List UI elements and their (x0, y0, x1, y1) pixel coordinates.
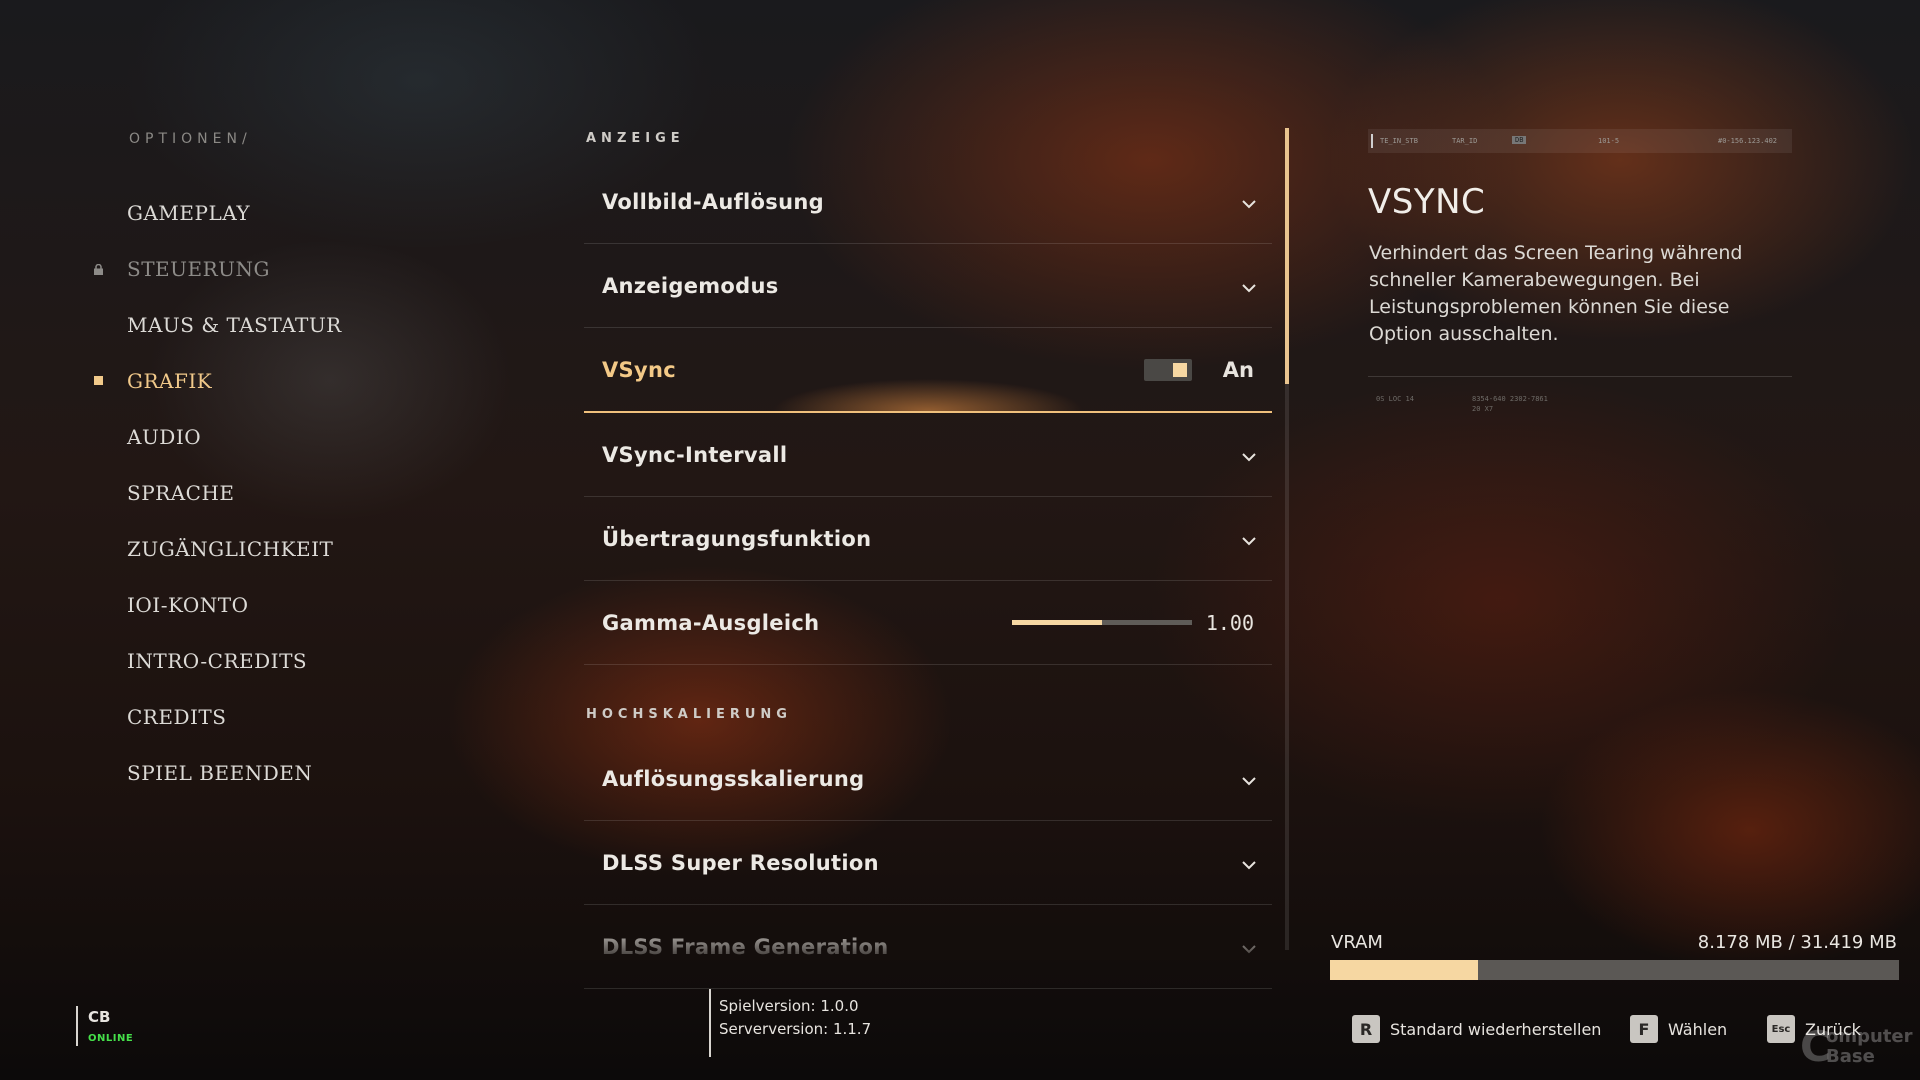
display-settings-list: Vollbild-Auflösung Anzeigemodus VSync An… (584, 160, 1272, 665)
setting-vollbild-aufloesung[interactable]: Vollbild-Auflösung (584, 160, 1272, 244)
key-f: F (1630, 1015, 1658, 1043)
setting-label: Auflösungsskalierung (602, 766, 865, 791)
nav-item-label: CREDITS (127, 705, 227, 729)
hud-bar (1371, 134, 1373, 148)
upscaling-settings-list: Auflösungsskalierung DLSS Super Resoluti… (584, 737, 1272, 989)
setting-label: DLSS Super Resolution (602, 850, 879, 875)
section-title-hochskalierung: HOCHSKALIERUNG (586, 707, 792, 722)
setting-label: VSync (602, 357, 676, 382)
square-marker-icon (94, 376, 103, 385)
vram-bar (1330, 960, 1899, 980)
hud-text: #0-156.123.402 (1718, 137, 1778, 145)
setting-dlss-super-resolution[interactable]: DLSS Super Resolution (584, 821, 1272, 905)
nav-item-steuerung[interactable]: STEUERUNG (0, 241, 420, 297)
breadcrumb: OPTIONEN/ (129, 131, 252, 147)
chevron-down-icon (1242, 939, 1256, 958)
toggle-knob (1173, 363, 1187, 377)
watermark-text: omputer (1826, 1026, 1913, 1047)
setting-label: Vollbild-Auflösung (602, 189, 824, 214)
setting-aufloesungsskalierung[interactable]: Auflösungsskalierung (584, 737, 1272, 821)
chevron-down-icon (1242, 447, 1256, 466)
online-status: ONLINE (88, 1033, 134, 1044)
nav-item-label: IOI-KONTO (127, 593, 249, 617)
scrollbar-thumb[interactable] (1285, 128, 1289, 384)
hint-label: Wählen (1668, 1019, 1728, 1039)
nav-item-grafik[interactable]: GRAFIK (0, 353, 420, 409)
vsync-toggle[interactable] (1144, 359, 1192, 381)
nav-item-spiel-beenden[interactable]: SPIEL BEENDEN (0, 745, 420, 801)
hud-text: TAR_ID (1452, 137, 1478, 145)
chevron-down-icon (1242, 771, 1256, 790)
setting-gamma-ausgleich[interactable]: Gamma-Ausgleich 1.00 (584, 581, 1272, 665)
nav-item-label: AUDIO (127, 425, 202, 449)
slider-fill (1012, 620, 1102, 625)
nav-item-label: ZUGÄNGLICHKEIT (127, 537, 334, 561)
chevron-down-icon (1242, 278, 1256, 297)
watermark-text: Base (1826, 1046, 1875, 1067)
setting-dlss-frame-generation[interactable]: DLSS Frame Generation (584, 905, 1272, 989)
info-description: Verhindert das Screen Tearing während sc… (1369, 242, 1743, 345)
settings-scrollbar[interactable] (1285, 128, 1289, 950)
hud-text: TE_IN_STB (1380, 137, 1418, 145)
nav-item-label: SPIEL BEENDEN (127, 761, 313, 785)
setting-anzeigemodus[interactable]: Anzeigemodus (584, 244, 1272, 328)
nav-item-label: INTRO-CREDITS (127, 649, 308, 673)
hint-select[interactable]: F Wählen (1630, 1015, 1727, 1043)
micro-text: 20 X7 (1472, 405, 1494, 413)
player-name: CB (88, 1008, 111, 1026)
options-nav: GAMEPLAY STEUERUNG MAUS & TASTATUR GRAFI… (0, 185, 420, 801)
nav-item-maus-tastatur[interactable]: MAUS & TASTATUR (0, 297, 420, 353)
setting-label: Übertragungsfunktion (602, 526, 872, 551)
micro-text: 0S LOC 14 (1376, 395, 1414, 403)
nav-item-zugaenglichkeit[interactable]: ZUGÄNGLICHKEIT (0, 521, 420, 577)
chevron-down-icon (1242, 194, 1256, 213)
hint-label: Standard wiederherstellen (1390, 1019, 1602, 1039)
micro-text: 8354-640 2302-7861 (1472, 395, 1548, 403)
hud-tag: DB (1512, 136, 1527, 144)
options-screen: OPTIONEN/ GAMEPLAY STEUERUNG MAUS & TAST… (0, 0, 1920, 1080)
nav-item-audio[interactable]: AUDIO (0, 409, 420, 465)
game-version: Spielversion: 1.0.0 (719, 997, 859, 1015)
version-divider (709, 989, 711, 1057)
chevron-down-icon (1242, 855, 1256, 874)
nav-item-ioi-konto[interactable]: IOI-KONTO (0, 577, 420, 633)
nav-item-credits[interactable]: CREDITS (0, 689, 420, 745)
vsync-value: An (1222, 357, 1254, 382)
key-esc: Esc (1767, 1015, 1795, 1043)
info-title: VSYNC (1368, 182, 1486, 222)
setting-label: VSync-Intervall (602, 442, 788, 467)
setting-label: Gamma-Ausgleich (602, 610, 820, 635)
computerbase-watermark: C omputer Base (1800, 1024, 1913, 1070)
section-title-anzeige: ANZEIGE (586, 131, 685, 146)
setting-vsync-intervall[interactable]: VSync-Intervall (584, 413, 1272, 497)
nav-item-gameplay[interactable]: GAMEPLAY (0, 185, 420, 241)
chevron-down-icon (1242, 531, 1256, 550)
nav-item-label: GAMEPLAY (127, 201, 251, 225)
nav-item-label: SPRACHE (127, 481, 235, 505)
gamma-value: 1.00 (1205, 610, 1254, 635)
key-r: R (1352, 1015, 1380, 1043)
nav-item-label: STEUERUNG (127, 257, 270, 281)
hud-text: 101-5 (1598, 137, 1620, 145)
hint-restore-defaults[interactable]: R Standard wiederherstellen (1352, 1015, 1601, 1043)
setting-uebertragungsfunktion[interactable]: Übertragungsfunktion (584, 497, 1272, 581)
setting-label: Anzeigemodus (602, 273, 779, 298)
setting-label: DLSS Frame Generation (602, 934, 889, 959)
vram-value: 8.178 MB / 31.419 MB (1697, 932, 1897, 953)
lock-icon (94, 264, 103, 275)
nav-item-label: GRAFIK (127, 369, 213, 393)
vram-label: VRAM (1331, 932, 1383, 953)
nav-item-label: MAUS & TASTATUR (127, 313, 342, 337)
nav-item-intro-credits[interactable]: INTRO-CREDITS (0, 633, 420, 689)
player-divider (76, 1006, 78, 1046)
setting-vsync[interactable]: VSync An (584, 328, 1272, 413)
hud-strip: TE_IN_STB TAR_ID DB 101-5 #0-156.123.402 (1368, 129, 1792, 153)
gamma-slider[interactable] (1012, 620, 1192, 625)
server-version: Serverversion: 1.1.7 (719, 1020, 872, 1038)
vram-bar-fill (1330, 960, 1478, 980)
info-divider (1368, 376, 1792, 377)
nav-item-sprache[interactable]: SPRACHE (0, 465, 420, 521)
